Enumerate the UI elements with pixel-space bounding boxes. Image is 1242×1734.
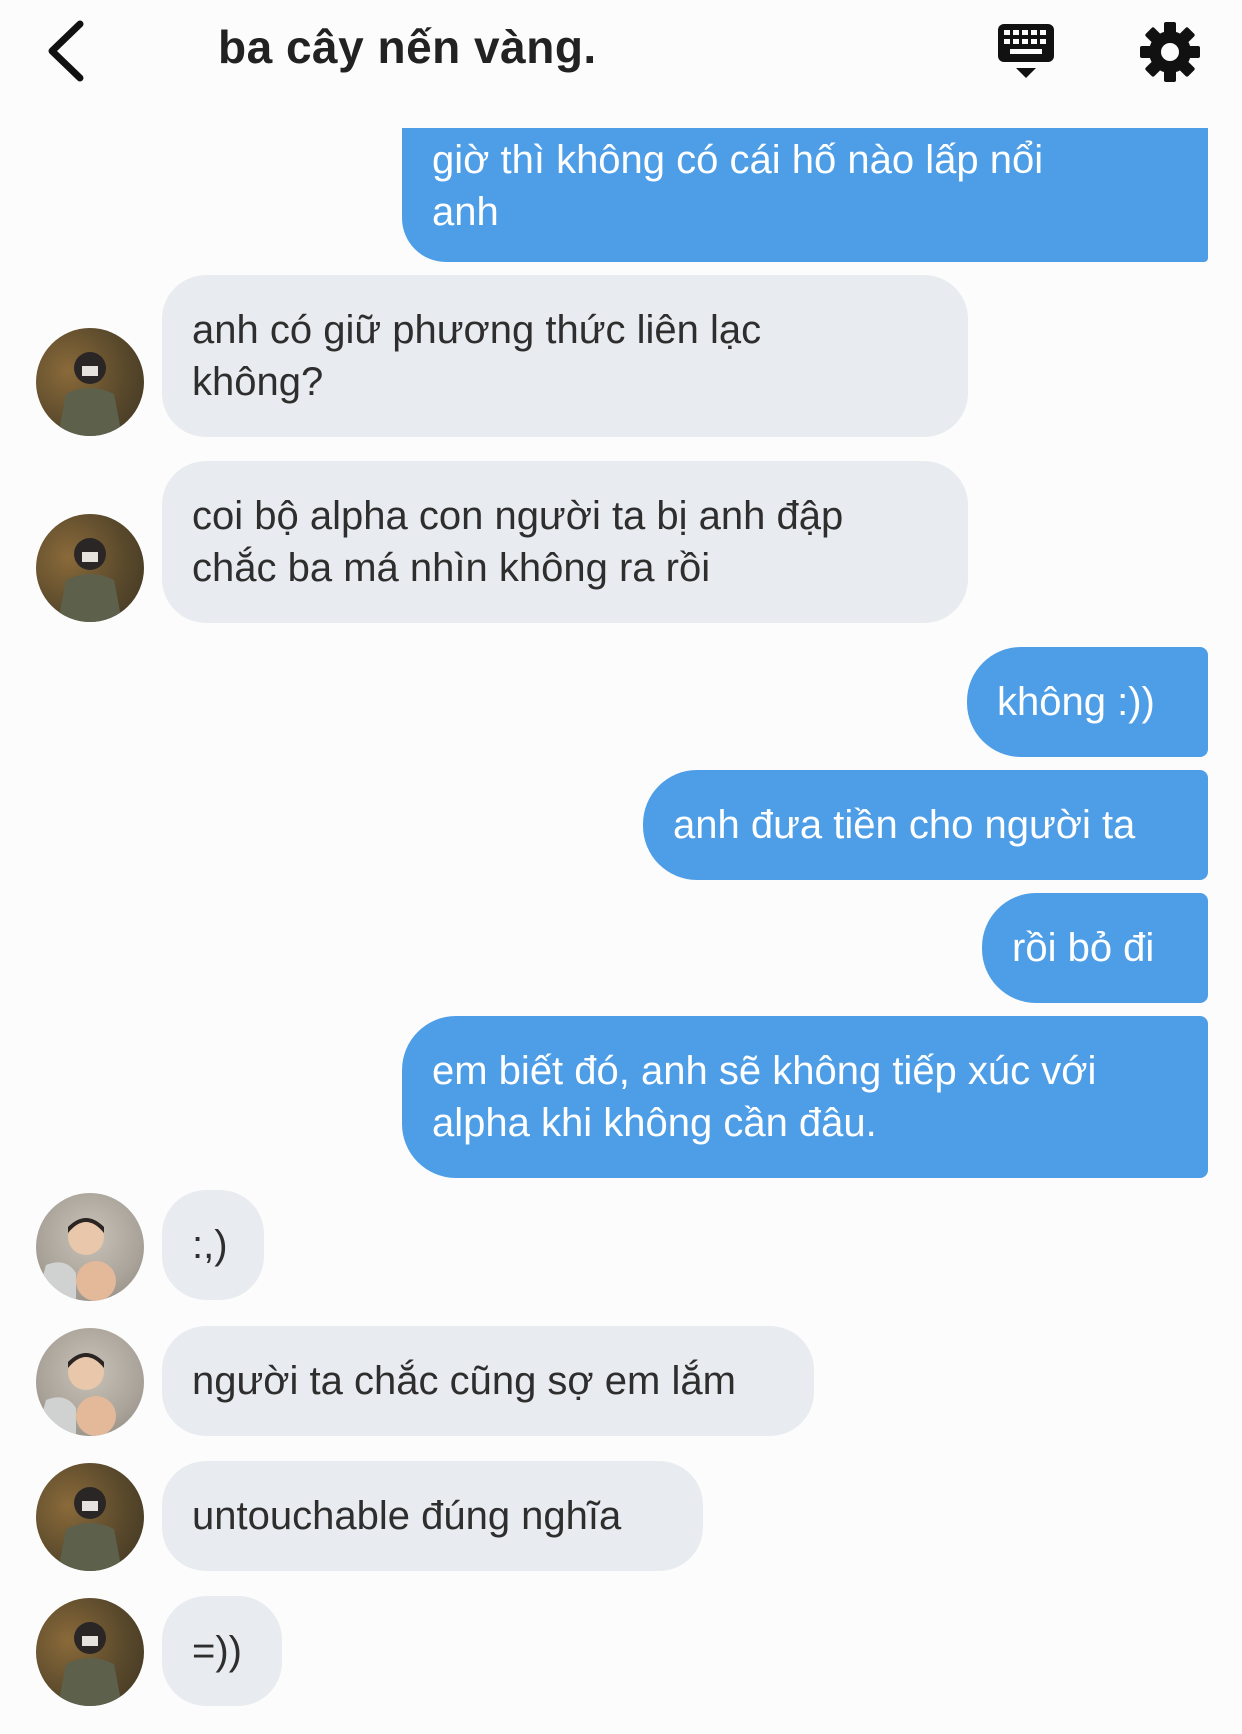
message-bubble-received[interactable]: untouchable đúng nghĩa (162, 1461, 703, 1571)
message-bubble-sent[interactable]: không :)) (967, 647, 1208, 757)
message-text: em biết đó, anh sẽ không tiếp xúc với al… (432, 1049, 1097, 1145)
chat-header: ba cây nến vàng. (0, 0, 1242, 110)
message-text: =)) (192, 1629, 242, 1673)
message-bubble-received[interactable]: coi bộ alpha con người ta bị anh đập chắ… (162, 461, 968, 623)
message-bubble-sent[interactable]: anh đưa tiền cho người ta (643, 770, 1208, 880)
message-text: coi bộ alpha con người ta bị anh đập chắ… (192, 494, 844, 590)
avatar[interactable] (36, 1193, 144, 1301)
avatar[interactable] (36, 514, 144, 622)
avatar[interactable] (36, 1463, 144, 1571)
message-bubble-received[interactable]: anh có giữ phương thức liên lạc không? (162, 275, 968, 437)
gear-icon[interactable] (1138, 20, 1202, 84)
message-text: không :)) (997, 680, 1155, 724)
message-text: anh đưa tiền cho người ta (673, 803, 1136, 847)
message-bubble-received[interactable]: :,) (162, 1190, 264, 1300)
message-bubble-sent[interactable]: rồi bỏ đi (982, 893, 1208, 1003)
back-icon[interactable] (40, 18, 100, 84)
message-text: rồi bỏ đi (1012, 926, 1155, 970)
avatar[interactable] (36, 328, 144, 436)
message-text: giờ thì không có cái hố nào lấp nổi anh (432, 138, 1044, 234)
keyboard-icon[interactable] (990, 20, 1062, 84)
message-bubble-sent[interactable]: em biết đó, anh sẽ không tiếp xúc với al… (402, 1016, 1208, 1178)
message-text: người ta chắc cũng sợ em lắm (192, 1359, 736, 1403)
message-bubble-received[interactable]: người ta chắc cũng sợ em lắm (162, 1326, 814, 1436)
avatar[interactable] (36, 1598, 144, 1706)
conversation-title: ba cây nến vàng. (218, 21, 597, 73)
message-text: untouchable đúng nghĩa (192, 1494, 622, 1538)
message-text: :,) (192, 1223, 228, 1267)
message-bubble-received[interactable]: =)) (162, 1596, 282, 1706)
avatar[interactable] (36, 1328, 144, 1436)
message-bubble-sent[interactable]: giờ thì không có cái hố nào lấp nổi anh (402, 128, 1208, 262)
message-text: anh có giữ phương thức liên lạc không? (192, 308, 762, 404)
